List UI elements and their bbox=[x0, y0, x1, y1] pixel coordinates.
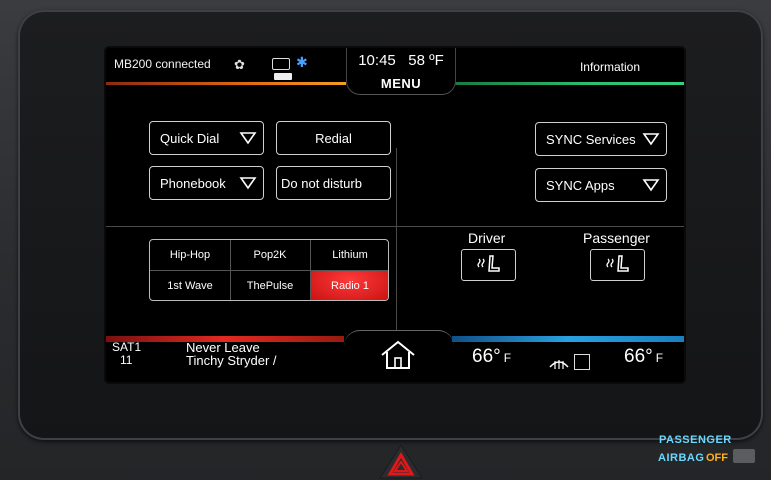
home-button[interactable] bbox=[344, 330, 454, 382]
passenger-temp-value: 66° bbox=[624, 346, 653, 367]
preset-button-selected[interactable]: Radio 1 bbox=[310, 271, 388, 300]
sync-apps-button[interactable]: SYNC Apps bbox=[535, 168, 667, 202]
preset-label: 1st Wave bbox=[167, 280, 213, 292]
passenger-heated-seat-button[interactable] bbox=[590, 249, 645, 281]
clock-temperature: 10:45 58 ºF bbox=[347, 52, 455, 69]
phonebook-button[interactable]: Phonebook bbox=[149, 166, 264, 200]
chevron-down-icon bbox=[239, 132, 257, 145]
sync-apps-label: SYNC Apps bbox=[546, 177, 615, 193]
phonebook-label: Phonebook bbox=[160, 175, 226, 191]
driver-label: Driver bbox=[468, 230, 506, 246]
airbag-off-indicator: OFF bbox=[706, 452, 728, 464]
menu-tab[interactable]: 10:45 58 ºF MENU bbox=[346, 48, 456, 95]
redial-label: Redial bbox=[315, 130, 352, 146]
home-icon bbox=[381, 340, 415, 369]
preset-label: Lithium bbox=[332, 249, 368, 261]
preset-button[interactable]: Pop2K bbox=[230, 240, 310, 270]
audio-source: SAT1 bbox=[112, 340, 142, 354]
airbag-label: AIRBAG bbox=[658, 452, 705, 464]
sync-services-label: SYNC Services bbox=[546, 131, 636, 147]
preset-button[interactable]: Hip-Hop bbox=[150, 240, 230, 270]
preset-button[interactable]: 1st Wave bbox=[150, 271, 230, 300]
passenger-temperature[interactable]: 66° F bbox=[624, 346, 663, 368]
message-icon bbox=[272, 58, 290, 70]
menu-label: MENU bbox=[380, 76, 422, 91]
sync-services-button[interactable]: SYNC Services bbox=[535, 122, 667, 156]
climate-bar[interactable]: 66° F 66° F bbox=[452, 336, 684, 382]
heated-seat-icon bbox=[477, 255, 500, 272]
preset-label: Radio 1 bbox=[331, 280, 369, 292]
clock-time: 10:45 bbox=[358, 52, 396, 69]
driver-temp-value: 66° bbox=[472, 346, 501, 367]
redial-button[interactable]: Redial bbox=[276, 121, 391, 155]
driver-temperature[interactable]: 66° F bbox=[472, 346, 511, 368]
phone-status-text[interactable]: MB200 connected bbox=[114, 57, 211, 71]
airbag-on-indicator bbox=[733, 449, 755, 463]
quick-dial-button[interactable]: Quick Dial bbox=[149, 121, 264, 155]
now-playing-bar[interactable]: SAT1 11 Never Leave Tinchy Stryder / bbox=[106, 336, 344, 382]
heated-seat-icon bbox=[606, 255, 629, 272]
preset-button[interactable]: ThePulse bbox=[230, 271, 310, 300]
outside-temperature: 58 ºF bbox=[408, 52, 444, 69]
passenger-airbag-label: PASSENGER bbox=[659, 434, 732, 446]
radio-presets: Hip-Hop Pop2K Lithium 1st Wave ThePulse … bbox=[149, 239, 389, 301]
bluetooth-icon: ✱ bbox=[296, 54, 308, 70]
chevron-down-icon bbox=[239, 177, 257, 190]
climate-accent-line bbox=[452, 336, 684, 342]
channel-number: 11 bbox=[120, 353, 133, 367]
battery-icon bbox=[274, 73, 292, 80]
touchscreen: MB200 connected ✿ ✱ Information 10:45 58… bbox=[106, 48, 684, 382]
preset-label: Hip-Hop bbox=[169, 249, 211, 261]
quadrant-divider-horizontal bbox=[106, 226, 684, 227]
temp-unit: F bbox=[503, 351, 512, 365]
driver-heated-seat-button[interactable] bbox=[461, 249, 516, 281]
preset-divider bbox=[150, 270, 388, 271]
preset-button[interactable]: Lithium bbox=[310, 240, 388, 270]
song-artist: Tinchy Stryder / bbox=[186, 353, 277, 368]
quadrant-divider-vertical bbox=[396, 148, 397, 336]
info-accent-line bbox=[454, 82, 684, 85]
temp-unit: F bbox=[655, 351, 664, 365]
information-tab[interactable]: Information bbox=[580, 60, 640, 74]
network-icon: ✿ bbox=[234, 57, 245, 72]
do-not-disturb-label: Do not disturb bbox=[281, 175, 362, 191]
chevron-down-icon bbox=[642, 179, 660, 192]
do-not-disturb-button[interactable]: Do not disturb bbox=[276, 166, 391, 200]
max-defrost-icon[interactable] bbox=[548, 355, 570, 371]
preset-label: Pop2K bbox=[253, 249, 287, 261]
hazard-button[interactable] bbox=[378, 443, 424, 480]
chevron-down-icon bbox=[642, 133, 660, 146]
passenger-label: Passenger bbox=[583, 230, 650, 246]
rear-defrost-icon[interactable] bbox=[574, 354, 590, 370]
preset-label: ThePulse bbox=[246, 280, 294, 292]
quick-dial-label: Quick Dial bbox=[160, 130, 220, 146]
phone-accent-line bbox=[106, 82, 346, 85]
